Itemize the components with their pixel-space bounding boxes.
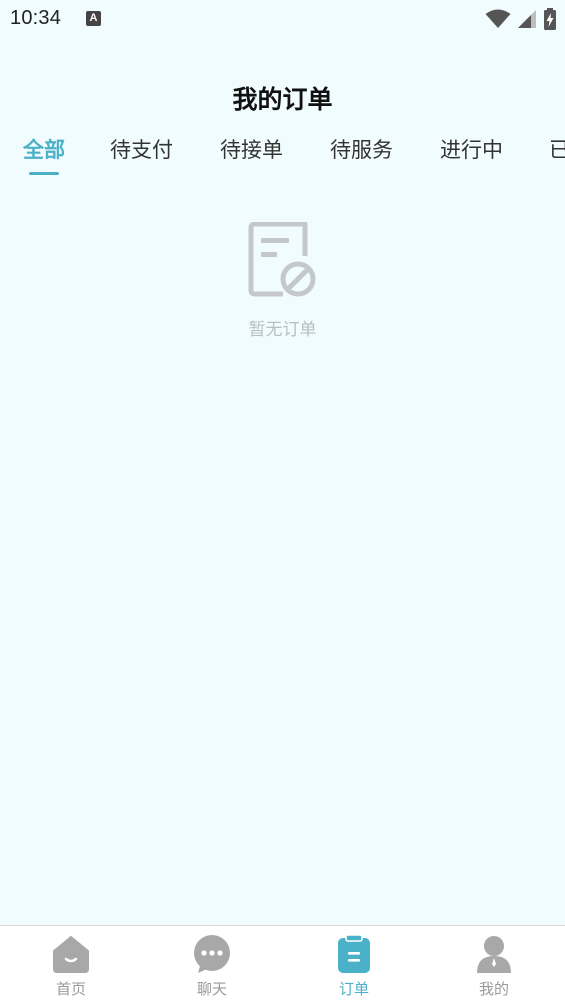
profile-icon: [477, 936, 511, 973]
order-icon: [338, 934, 370, 973]
tab-completed[interactable]: 已: [549, 134, 565, 178]
status-bar: 10:34 A: [0, 0, 565, 38]
no-order-icon: [248, 222, 315, 297]
tab-pending-acceptance[interactable]: 待接单: [220, 134, 283, 178]
empty-state-text: 暂无订单: [248, 320, 317, 340]
chat-icon: [194, 935, 230, 973]
nav-orders[interactable]: 订单: [314, 934, 394, 999]
bottom-navigation: 首页 聊天 订单 我的: [0, 925, 565, 1004]
status-icons: [485, 8, 557, 30]
status-time: 10:34: [10, 7, 62, 29]
nav-home-label: 首页: [55, 980, 86, 998]
nav-home[interactable]: 首页: [31, 934, 111, 999]
nav-orders-label: 订单: [338, 980, 369, 998]
cellular-signal-icon: [518, 10, 536, 28]
home-icon: [53, 936, 89, 973]
wifi-icon: [485, 9, 511, 28]
notification-a-icon: A: [86, 11, 101, 26]
empty-state: 暂无订单: [0, 222, 565, 340]
battery-charging-icon: [544, 8, 556, 30]
tab-pending-payment[interactable]: 待支付: [110, 134, 173, 178]
nav-chat-label: 聊天: [196, 980, 227, 998]
nav-profile-label: 我的: [478, 980, 509, 998]
orders-screen: 10:34 A 我的订单 全部 待支付 待接单 待服务 进行中 已 暂无订单 首…: [0, 0, 565, 1004]
order-status-tabs: 全部 待支付 待接单 待服务 进行中 已: [0, 134, 565, 182]
tab-in-progress[interactable]: 进行中: [440, 134, 503, 178]
nav-chat[interactable]: 聊天: [172, 934, 252, 999]
page-title: 我的订单: [232, 85, 333, 114]
nav-profile[interactable]: 我的: [454, 934, 534, 999]
tab-pending-service[interactable]: 待服务: [330, 134, 393, 178]
active-tab-indicator: [29, 172, 59, 175]
